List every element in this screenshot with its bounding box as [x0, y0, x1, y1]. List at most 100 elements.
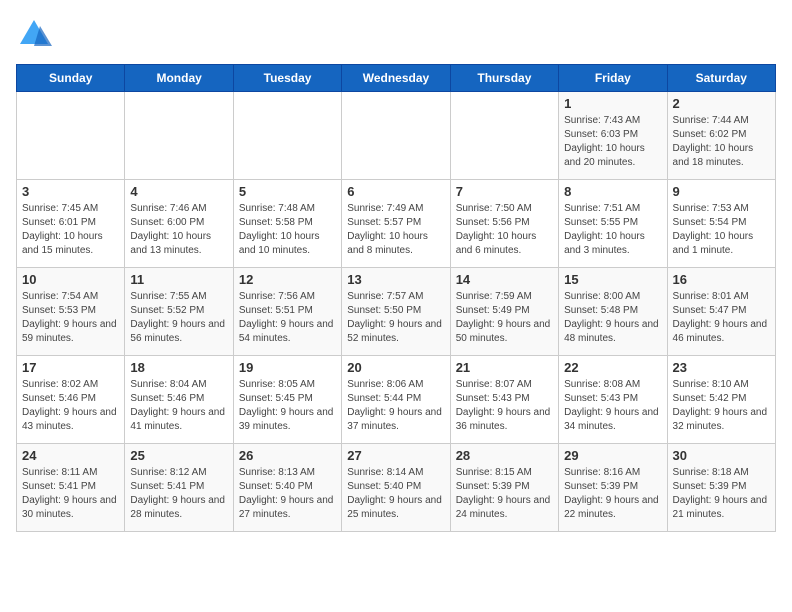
day-number: 9 [673, 184, 770, 199]
day-number: 1 [564, 96, 661, 111]
day-number: 30 [673, 448, 770, 463]
cell-details: Sunrise: 7:56 AM Sunset: 5:51 PM Dayligh… [239, 290, 336, 346]
calendar-cell: 25 Sunrise: 8:12 AM Sunset: 5:41 PM Dayli… [125, 444, 233, 532]
cell-details: Sunrise: 7:49 AM Sunset: 5:57 PM Dayligh… [347, 202, 444, 258]
cell-details: Sunrise: 8:12 AM Sunset: 5:41 PM Dayligh… [130, 466, 227, 522]
day-number: 13 [347, 272, 444, 287]
cell-details: Sunrise: 8:07 AM Sunset: 5:43 PM Dayligh… [456, 378, 553, 434]
logo [16, 16, 58, 52]
calendar-cell: 11 Sunrise: 7:55 AM Sunset: 5:52 PM Dayli… [125, 268, 233, 356]
cell-details: Sunrise: 8:06 AM Sunset: 5:44 PM Dayligh… [347, 378, 444, 434]
day-number: 17 [22, 360, 119, 375]
day-number: 8 [564, 184, 661, 199]
day-number: 19 [239, 360, 336, 375]
day-number: 6 [347, 184, 444, 199]
calendar-cell [17, 92, 125, 180]
day-number: 16 [673, 272, 770, 287]
calendar-cell: 30 Sunrise: 8:18 AM Sunset: 5:39 PM Dayli… [667, 444, 775, 532]
calendar-cell: 17 Sunrise: 8:02 AM Sunset: 5:46 PM Dayli… [17, 356, 125, 444]
calendar-cell [125, 92, 233, 180]
calendar-cell: 28Sunrise: 8:15 AM Sunset: 5:39 PM Dayli… [450, 444, 558, 532]
calendar-cell [233, 92, 341, 180]
calendar-cell: 14Sunrise: 7:59 AM Sunset: 5:49 PM Dayli… [450, 268, 558, 356]
calendar-week-2: 3 Sunrise: 7:45 AM Sunset: 6:01 PM Daylig… [17, 180, 776, 268]
day-number: 15 [564, 272, 661, 287]
cell-details: Sunrise: 8:15 AM Sunset: 5:39 PM Dayligh… [456, 466, 553, 522]
day-header-sunday: Sunday [17, 65, 125, 92]
cell-details: Sunrise: 7:54 AM Sunset: 5:53 PM Dayligh… [22, 290, 119, 346]
calendar-cell: 6 Sunrise: 7:49 AM Sunset: 5:57 PM Daylig… [342, 180, 450, 268]
calendar-cell: 29Sunrise: 8:16 AM Sunset: 5:39 PM Dayli… [559, 444, 667, 532]
cell-details: Sunrise: 8:10 AM Sunset: 5:42 PM Dayligh… [673, 378, 770, 434]
day-number: 7 [456, 184, 553, 199]
calendar-cell: 3 Sunrise: 7:45 AM Sunset: 6:01 PM Daylig… [17, 180, 125, 268]
cell-details: Sunrise: 7:55 AM Sunset: 5:52 PM Dayligh… [130, 290, 227, 346]
day-number: 20 [347, 360, 444, 375]
cell-details: Sunrise: 8:00 AM Sunset: 5:48 PM Dayligh… [564, 290, 661, 346]
day-number: 25 [130, 448, 227, 463]
cell-details: Sunrise: 8:11 AM Sunset: 5:41 PM Dayligh… [22, 466, 119, 522]
calendar-body: 1Sunrise: 7:43 AM Sunset: 6:03 PM Daylig… [17, 92, 776, 532]
day-header-saturday: Saturday [667, 65, 775, 92]
calendar-cell: 1Sunrise: 7:43 AM Sunset: 6:03 PM Daylig… [559, 92, 667, 180]
day-number: 3 [22, 184, 119, 199]
day-number: 27 [347, 448, 444, 463]
day-number: 18 [130, 360, 227, 375]
cell-details: Sunrise: 7:51 AM Sunset: 5:55 PM Dayligh… [564, 202, 661, 258]
day-header-monday: Monday [125, 65, 233, 92]
calendar-cell: 9 Sunrise: 7:53 AM Sunset: 5:54 PM Daylig… [667, 180, 775, 268]
calendar-cell: 12 Sunrise: 7:56 AM Sunset: 5:51 PM Dayli… [233, 268, 341, 356]
calendar-cell: 5Sunrise: 7:48 AM Sunset: 5:58 PM Daylig… [233, 180, 341, 268]
calendar-cell [450, 92, 558, 180]
calendar-cell: 27 Sunrise: 8:14 AM Sunset: 5:40 PM Dayli… [342, 444, 450, 532]
calendar-week-4: 17 Sunrise: 8:02 AM Sunset: 5:46 PM Dayli… [17, 356, 776, 444]
cell-details: Sunrise: 7:53 AM Sunset: 5:54 PM Dayligh… [673, 202, 770, 258]
calendar-cell: 26 Sunrise: 8:13 AM Sunset: 5:40 PM Dayli… [233, 444, 341, 532]
cell-details: Sunrise: 7:44 AM Sunset: 6:02 PM Dayligh… [673, 114, 770, 170]
day-header-friday: Friday [559, 65, 667, 92]
day-number: 10 [22, 272, 119, 287]
cell-details: Sunrise: 8:14 AM Sunset: 5:40 PM Dayligh… [347, 466, 444, 522]
day-number: 11 [130, 272, 227, 287]
cell-details: Sunrise: 7:45 AM Sunset: 6:01 PM Dayligh… [22, 202, 119, 258]
calendar-cell: 18 Sunrise: 8:04 AM Sunset: 5:46 PM Dayli… [125, 356, 233, 444]
cell-details: Sunrise: 8:05 AM Sunset: 5:45 PM Dayligh… [239, 378, 336, 434]
day-number: 24 [22, 448, 119, 463]
calendar-cell: 16Sunrise: 8:01 AM Sunset: 5:47 PM Dayli… [667, 268, 775, 356]
cell-details: Sunrise: 8:18 AM Sunset: 5:39 PM Dayligh… [673, 466, 770, 522]
calendar-cell: 24 Sunrise: 8:11 AM Sunset: 5:41 PM Dayli… [17, 444, 125, 532]
calendar-week-3: 10 Sunrise: 7:54 AM Sunset: 5:53 PM Dayli… [17, 268, 776, 356]
calendar-week-5: 24 Sunrise: 8:11 AM Sunset: 5:41 PM Dayli… [17, 444, 776, 532]
calendar-cell: 21 Sunrise: 8:07 AM Sunset: 5:43 PM Dayli… [450, 356, 558, 444]
page-header [16, 16, 776, 52]
calendar-cell: 8 Sunrise: 7:51 AM Sunset: 5:55 PM Daylig… [559, 180, 667, 268]
calendar-cell: 7Sunrise: 7:50 AM Sunset: 5:56 PM Daylig… [450, 180, 558, 268]
day-number: 23 [673, 360, 770, 375]
calendar-cell: 13 Sunrise: 7:57 AM Sunset: 5:50 PM Dayli… [342, 268, 450, 356]
calendar-cell: 4Sunrise: 7:46 AM Sunset: 6:00 PM Daylig… [125, 180, 233, 268]
day-number: 2 [673, 96, 770, 111]
calendar-cell: 15 Sunrise: 8:00 AM Sunset: 5:48 PM Dayli… [559, 268, 667, 356]
cell-details: Sunrise: 7:46 AM Sunset: 6:00 PM Dayligh… [130, 202, 227, 258]
calendar-week-1: 1Sunrise: 7:43 AM Sunset: 6:03 PM Daylig… [17, 92, 776, 180]
day-number: 26 [239, 448, 336, 463]
day-number: 29 [564, 448, 661, 463]
calendar-table: SundayMondayTuesdayWednesdayThursdayFrid… [16, 64, 776, 532]
calendar-cell: 2 Sunrise: 7:44 AM Sunset: 6:02 PM Daylig… [667, 92, 775, 180]
day-number: 22 [564, 360, 661, 375]
cell-details: Sunrise: 7:48 AM Sunset: 5:58 PM Dayligh… [239, 202, 336, 258]
calendar-cell [342, 92, 450, 180]
cell-details: Sunrise: 8:13 AM Sunset: 5:40 PM Dayligh… [239, 466, 336, 522]
cell-details: Sunrise: 8:02 AM Sunset: 5:46 PM Dayligh… [22, 378, 119, 434]
cell-details: Sunrise: 8:08 AM Sunset: 5:43 PM Dayligh… [564, 378, 661, 434]
day-header-wednesday: Wednesday [342, 65, 450, 92]
cell-details: Sunrise: 8:04 AM Sunset: 5:46 PM Dayligh… [130, 378, 227, 434]
day-header-tuesday: Tuesday [233, 65, 341, 92]
cell-details: Sunrise: 7:59 AM Sunset: 5:49 PM Dayligh… [456, 290, 553, 346]
cell-details: Sunrise: 7:57 AM Sunset: 5:50 PM Dayligh… [347, 290, 444, 346]
logo-icon [16, 16, 52, 52]
calendar-cell: 23 Sunrise: 8:10 AM Sunset: 5:42 PM Dayli… [667, 356, 775, 444]
day-number: 21 [456, 360, 553, 375]
calendar-cell: 19 Sunrise: 8:05 AM Sunset: 5:45 PM Dayli… [233, 356, 341, 444]
day-number: 12 [239, 272, 336, 287]
